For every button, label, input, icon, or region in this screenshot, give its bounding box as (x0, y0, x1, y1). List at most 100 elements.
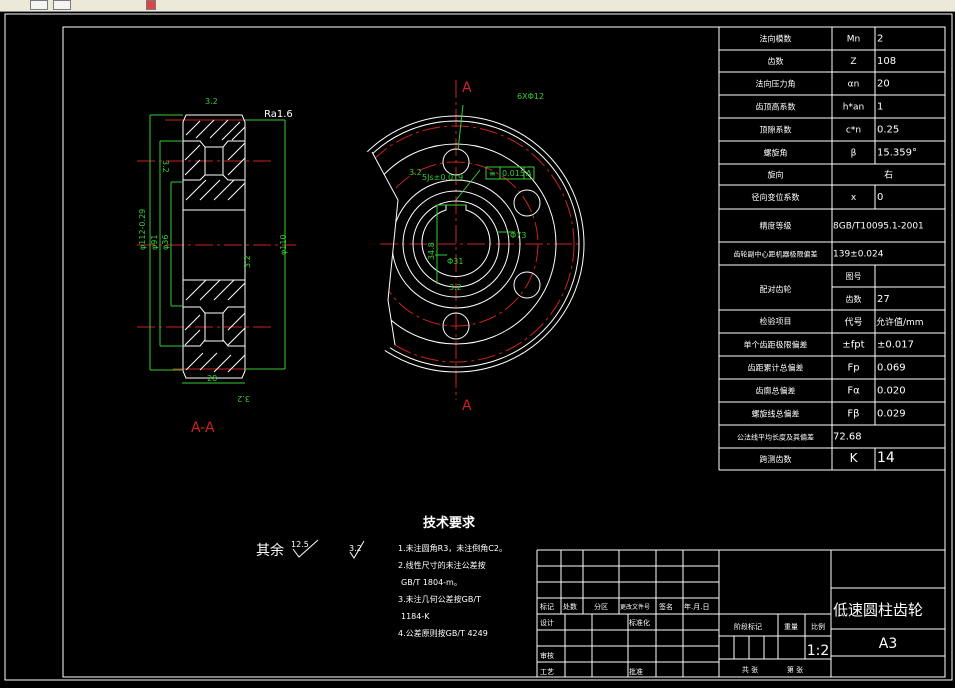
cell-text: 处数 (563, 602, 577, 611)
param-value: 27 (877, 294, 890, 305)
param-value: 0.069 (877, 363, 906, 374)
rest-roughness-label: 其余 (256, 542, 284, 559)
section-label: A-A (191, 420, 215, 436)
cell-text: 比例 (811, 622, 825, 631)
title-block: 标记 处数 分区 更改文件号 签名 年.月.日设计 标准化审核工艺 批准 阶段标记 重量 比例 1:2… (536, 549, 945, 678)
param-symbol: Fp (847, 363, 859, 374)
cell-text: 齿顶高系数 (756, 102, 796, 112)
cell-text: 图号 (846, 272, 862, 281)
roughness-label: 3.2 (449, 283, 462, 292)
toolbar-button[interactable] (146, 0, 156, 10)
parameter-table: 法向模数 Mn 2 齿数 Z 108 法向压力角 αn 20 齿顶高系数 h*an 1 顶隙系数 c*n 0… (718, 26, 946, 471)
keyway-label: 5Js±0.019 (422, 173, 463, 182)
tech-req-item: 3.未注几何公差按GB/T (398, 594, 481, 604)
cell-text: 分区 (594, 602, 608, 611)
cell-text: 标记 (540, 602, 554, 611)
toolbar-button[interactable] (53, 0, 71, 10)
cell-text: 齿数 (768, 56, 784, 66)
cell-text: 共 张 (742, 665, 758, 674)
tech-req-item: 1184-K (401, 612, 430, 621)
param-symbol: h*an (843, 103, 864, 113)
section-view: φ112-0.29 φ91 φ36 φ110 28 3.2 3.2 3.2 3.… (137, 97, 296, 436)
cad-toolbar (0, 0, 955, 12)
tech-req-list: 1.未注圆角R3，未注倒角C2。 2.线性尺寸的未注公差按 GB/T 1804-m。… (398, 543, 507, 638)
roughness-label: 3.2 (243, 255, 252, 268)
cell-text: 齿数 (846, 294, 862, 304)
param-value: 8GB/T10095.1-2001 (833, 222, 924, 232)
cell-text: 单个齿距极限偏差 (744, 340, 808, 350)
rest-roughness-value: 12.5 (291, 540, 309, 549)
param-value: 0.029 (877, 409, 906, 420)
dim-label: φ91 (150, 235, 159, 250)
cell-text: 阶段标记 (734, 622, 762, 631)
cell-text: 代号 (844, 317, 862, 328)
cell-text: 检验项目 (760, 316, 792, 326)
param-symbol: β (851, 149, 857, 159)
dim-label: φ112-0.29 (138, 209, 147, 250)
param-value: ±0.017 (877, 340, 914, 351)
param-symbol: Fβ (847, 409, 859, 420)
cell-text: 标准化 (629, 618, 650, 627)
tech-req-item: 4.公差原则按GB/T 4249 (398, 628, 488, 638)
inner-frame (62, 26, 946, 678)
param-value: 14 (877, 450, 895, 466)
param-symbol: x (851, 193, 857, 203)
param-value: 右 (884, 169, 893, 181)
cell-text: 齿廓总偏差 (756, 386, 796, 396)
param-value: 72.68 (833, 432, 862, 443)
dim-label: φ110 (279, 234, 288, 255)
param-value: 0 (877, 192, 883, 203)
holes-label: 6XΦ12 (517, 92, 544, 101)
param-value: 139±0.024 (833, 250, 884, 260)
roughness-label: Ra1.6 (264, 109, 293, 120)
part-name: 低速圆柱齿轮 (833, 601, 923, 619)
cell-text: 签名 (659, 602, 673, 611)
cell-text: 精度等级 (760, 221, 792, 231)
tech-req-title: 技术要求 (423, 515, 476, 531)
front-view: ≡ 0.015 A 6XΦ12 5Js±0.019 Φ73 Φ31 34.8 3… (330, 80, 585, 414)
roughness-label: 3.2 (205, 97, 218, 106)
cell-text: 允许值/mm (876, 316, 924, 328)
param-symbol: Z (850, 57, 856, 67)
pcd-label: Φ73 (510, 231, 526, 240)
drawing-canvas[interactable]: 法向模数 Mn 2 齿数 Z 108 法向压力角 αn 20 齿顶高系数 h*an 1 顶隙系数 c*n 0… (0, 12, 955, 688)
cell-text: 法向模数 (760, 34, 792, 44)
cell-text: 批准 (629, 667, 643, 676)
param-value: 1 (877, 102, 883, 113)
param-symbol: Mn (847, 35, 860, 45)
cell-text: 配对齿轮 (760, 284, 792, 294)
param-value: 15.359° (877, 148, 917, 159)
cell-text: 螺旋线总偏差 (752, 409, 800, 419)
toolbar-button[interactable] (30, 0, 48, 10)
param-value: 0.25 (877, 125, 899, 136)
cell-text: 法向压力角 (756, 79, 796, 89)
cell-text: 重量 (784, 623, 798, 631)
paper-size: A3 (879, 636, 897, 652)
tolerance-value: 0.015 (502, 169, 525, 178)
param-symbol: c*n (846, 126, 861, 136)
tech-req-item: 2.线性尺寸的未注公差按 (398, 560, 486, 570)
tech-req-item: GB/T 1804-m。 (401, 578, 462, 587)
scale-value: 1:2 (807, 643, 830, 659)
svg-text:≡: ≡ (489, 169, 496, 178)
key-depth-label: 34.8 (427, 242, 436, 260)
param-symbol: ±fpt (842, 340, 864, 351)
cell-text: 公法线平均长度及其偏差 (737, 433, 814, 442)
section-cut-label: A (462, 80, 472, 96)
roughness-label: 3.2 (409, 168, 422, 177)
param-value: 108 (877, 56, 896, 67)
param-symbol: αn (848, 80, 860, 90)
outer-frame (4, 13, 953, 681)
section-cut-label: A (462, 398, 472, 414)
param-value: 2 (877, 34, 883, 45)
cell-text: 工艺 (540, 668, 554, 676)
cell-text: 径向变位系数 (752, 192, 800, 202)
cell-text: 第 张 (787, 665, 803, 674)
cell-text: 顶隙系数 (760, 125, 792, 135)
tech-req-item: 1.未注圆角R3，未注倒角C2。 (398, 543, 507, 553)
param-value: 0.020 (877, 386, 906, 397)
roughness-label: 3.2 (237, 394, 250, 403)
dim-label: φ36 (161, 235, 170, 250)
param-symbol: Fα (847, 386, 860, 397)
bore-label: Φ31 (447, 257, 463, 266)
